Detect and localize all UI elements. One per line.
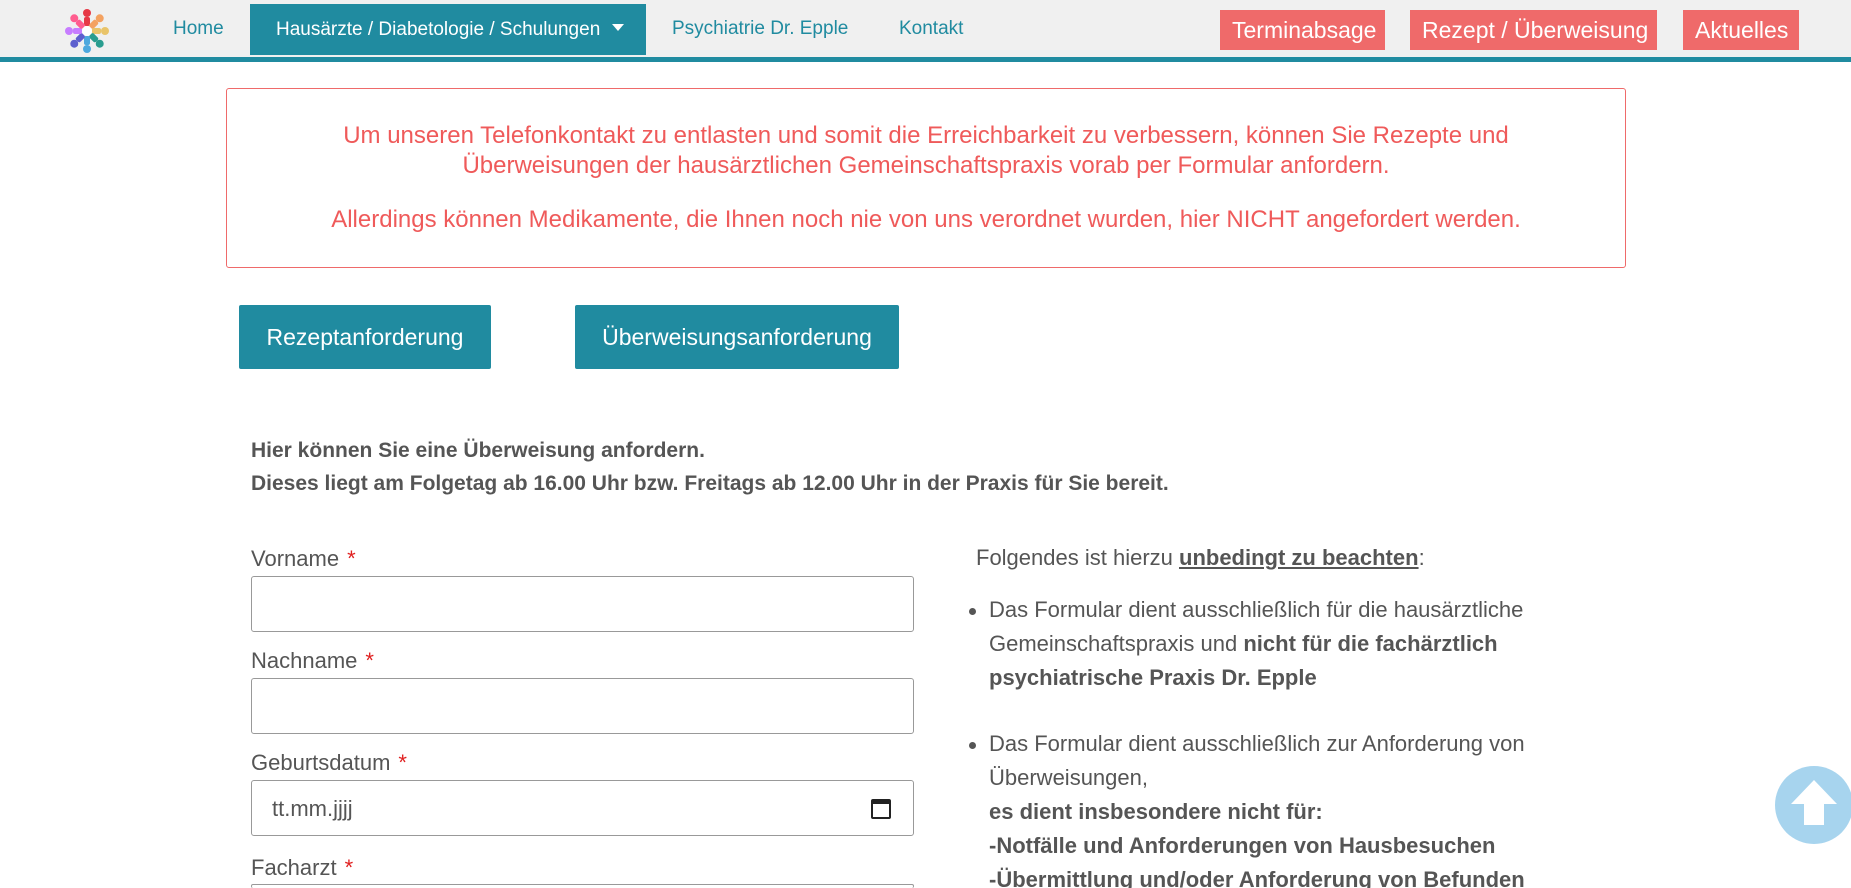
top-navbar: Home Hausärzte / Diabetologie / Schulung… — [0, 0, 1851, 62]
nav-psychiatrie[interactable]: Psychiatrie Dr. Epple — [672, 0, 848, 57]
geburtsdatum-label: Geburtsdatum * — [251, 750, 407, 776]
notice-line1: Um unseren Telefonkontakt zu entlasten u… — [343, 122, 1509, 149]
notes-heading-strong: unbedingt zu beachten — [1179, 545, 1419, 570]
intro-line1: Hier können Sie eine Überweisung anforde… — [251, 439, 705, 462]
terminabsage-button[interactable]: Terminabsage — [1220, 10, 1385, 50]
notes-item1-line1: Das Formular dient ausschließlich für di… — [989, 597, 1524, 622]
arrow-up-icon — [1791, 780, 1837, 804]
intro-text: Hier können Sie eine Überweisung anforde… — [251, 434, 1451, 500]
logo[interactable] — [60, 4, 114, 58]
notice-line2: Überweisungen der hausärztlichen Gemeins… — [462, 152, 1390, 179]
geburtsdatum-placeholder: tt.mm.jjjj — [272, 796, 353, 821]
intro-line2: Dieses liegt am Folgetag ab 16.00 Uhr bz… — [251, 472, 1169, 495]
facharzt-label-text: Facharzt — [251, 855, 337, 880]
facharzt-label: Facharzt * — [251, 855, 353, 881]
required-mark: * — [344, 855, 354, 880]
notes-item1-bold: nicht für die fachärztlich — [1243, 631, 1498, 656]
notes-heading-pre: Folgendes ist hierzu — [976, 545, 1179, 570]
notes-heading: Folgendes ist hierzu unbedingt zu beacht… — [976, 545, 1425, 571]
geburtsdatum-input[interactable]: tt.mm.jjjj — [251, 780, 914, 836]
required-mark: * — [398, 750, 407, 775]
notes-item2-line5: -Übermittlung und/oder Anforderung von B… — [989, 867, 1525, 888]
notes-item1-line3: psychiatrische Praxis Dr. Epple — [989, 665, 1317, 690]
calendar-icon[interactable] — [871, 799, 891, 819]
ueberweisungsanforderung-button[interactable]: Überweisungsanforderung — [575, 305, 899, 369]
vorname-input[interactable] — [251, 576, 914, 632]
nav-home[interactable]: Home — [173, 0, 224, 57]
nachname-label: Nachname * — [251, 648, 374, 674]
rezept-ueberweisung-button[interactable]: Rezept / Überweisung — [1410, 10, 1657, 50]
required-mark: * — [365, 648, 374, 673]
nachname-label-text: Nachname — [251, 648, 358, 673]
notes-item2-line1: Das Formular dient ausschließlich zur An… — [989, 731, 1525, 756]
scroll-top-button[interactable] — [1775, 766, 1851, 844]
notes-item2-line2: Überweisungen, — [989, 765, 1148, 790]
notes-item2-line4: -Notfälle und Anforderungen von Hausbesu… — [989, 833, 1496, 858]
notice-text: Um unseren Telefonkontakt zu entlasten u… — [227, 121, 1625, 181]
nav-kontakt[interactable]: Kontakt — [899, 0, 963, 57]
notes-item-2: Das Formular dient ausschließlich zur An… — [989, 727, 1549, 888]
nachname-input[interactable] — [251, 678, 914, 734]
notice-warning: Allerdings können Medikamente, die Ihnen… — [331, 206, 1521, 233]
notes-item1-line2: Gemeinschaftspraxis und nicht für die fa… — [989, 627, 1549, 661]
notes-item-1: Das Formular dient ausschließlich für di… — [989, 593, 1549, 695]
notes-item1-text: Gemeinschaftspraxis und — [989, 631, 1244, 656]
nav-hausaerzte-dropdown[interactable]: Hausärzte / Diabetologie / Schulungen — [250, 4, 646, 55]
caret-down-icon — [612, 24, 625, 32]
vorname-label-text: Vorname — [251, 546, 340, 571]
nav-hausaerzte-label: Hausärzte / Diabetologie / Schulungen — [276, 19, 601, 40]
vorname-label: Vorname * — [251, 546, 356, 572]
notes-item2-line3: es dient insbesondere nicht für: — [989, 799, 1323, 824]
rezeptanforderung-button[interactable]: Rezeptanforderung — [239, 305, 491, 369]
bullet-icon — [969, 742, 976, 749]
bullet-icon — [969, 608, 976, 615]
aktuelles-button[interactable]: Aktuelles — [1683, 10, 1799, 50]
notes-heading-post: : — [1418, 545, 1425, 570]
required-mark: * — [347, 546, 356, 571]
geburtsdatum-label-text: Geburtsdatum — [251, 750, 391, 775]
arrow-up-stem — [1804, 803, 1824, 825]
notice-box: Um unseren Telefonkontakt zu entlasten u… — [226, 88, 1626, 268]
facharzt-select[interactable] — [251, 884, 914, 888]
